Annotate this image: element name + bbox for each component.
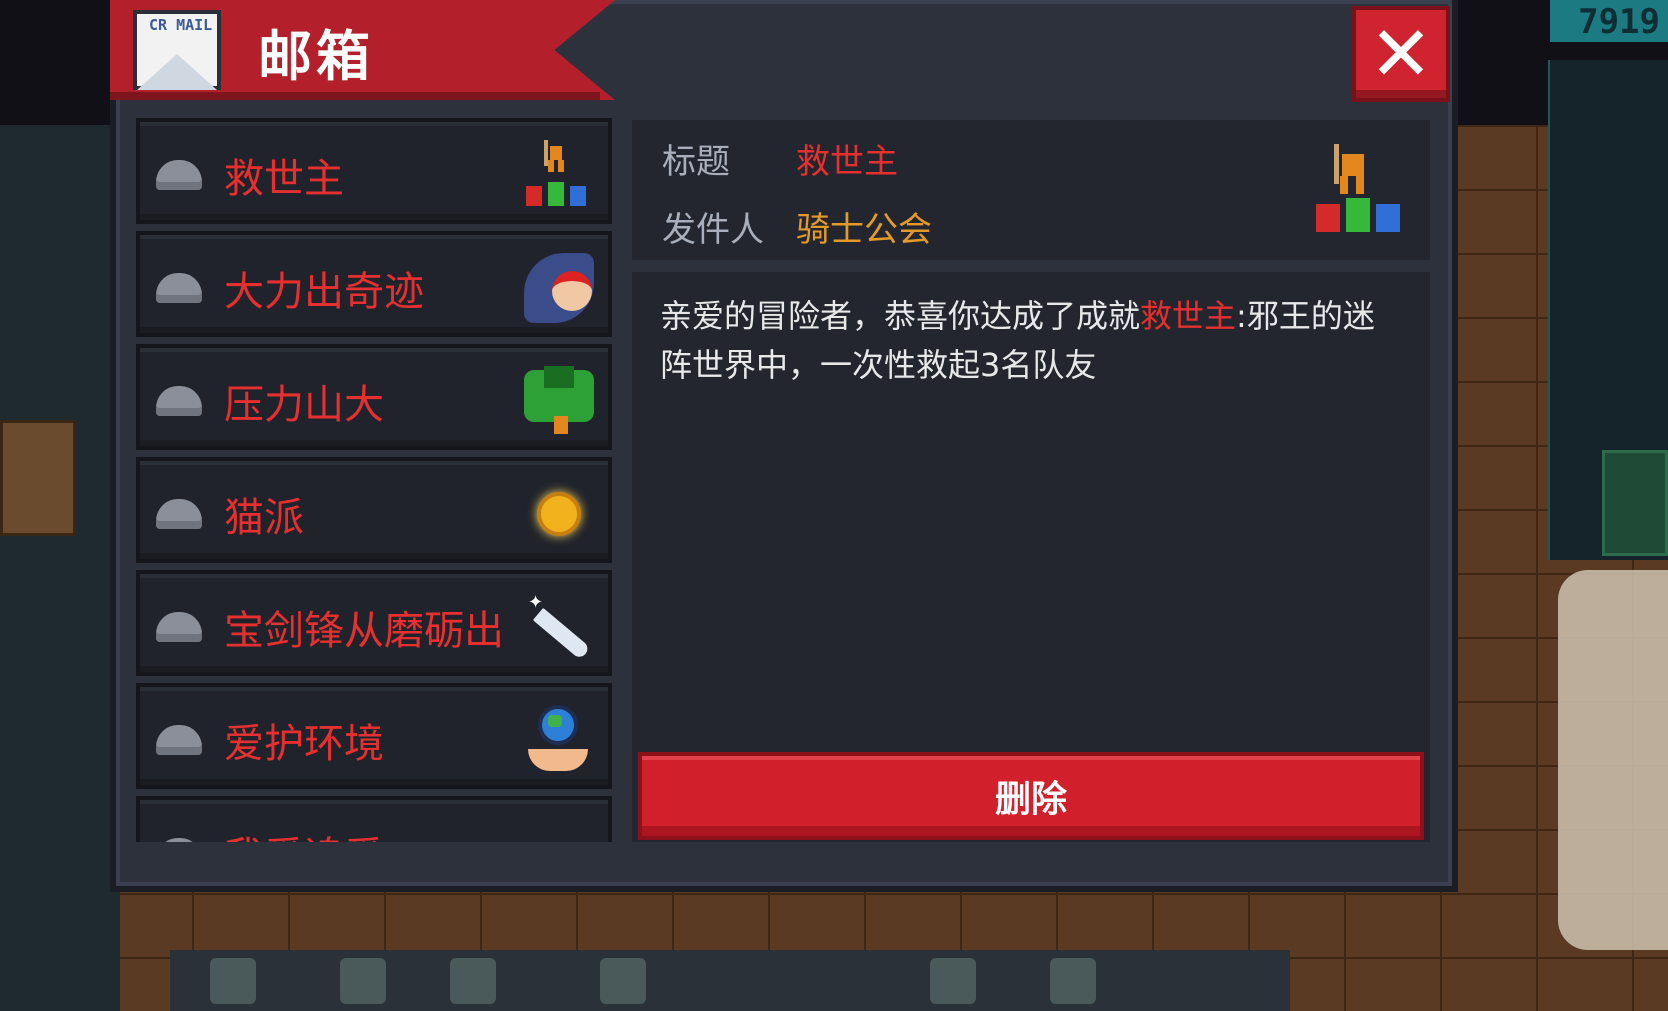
mail-item-pressure[interactable]: 压力山大 [136, 344, 612, 450]
background-npc [1558, 570, 1668, 950]
mail-item-title: 爱护环境 [224, 721, 384, 767]
body-text-highlight: 救世主 [1140, 297, 1237, 335]
mail-item-strength[interactable]: 大力出奇迹 [136, 231, 612, 337]
earth-hands-icon [524, 705, 594, 775]
savior-trophy-large-icon [1312, 140, 1408, 236]
envelope-icon [156, 386, 202, 416]
page-title: 邮箱 [258, 25, 374, 88]
background-left-wall [0, 125, 120, 1011]
body-text-prefix: 亲爱的冒险者，恭喜你达成了成就 [660, 297, 1141, 335]
sender-value: 骑士公会 [796, 210, 932, 250]
delete-button[interactable]: 删除 [638, 752, 1424, 840]
mail-item-title: 救世主 [224, 156, 344, 202]
envelope-icon [156, 612, 202, 642]
mail-icon-label: CR MAIL [149, 16, 213, 34]
mail-item-cat[interactable]: 猫派 [136, 457, 612, 563]
sword-icon: ✦ [524, 592, 594, 662]
mail-list[interactable]: 救世主 大力出奇迹 压力山大 猫派 宝剑锋从磨砺出 ✦ 爱护环境 我爱追爱 [136, 118, 612, 842]
mail-item-environment[interactable]: 爱护环境 [136, 683, 612, 789]
mail-item-title: 我爱追爱 [224, 824, 384, 842]
close-button[interactable]: ✕ [1352, 6, 1450, 102]
background-items [170, 950, 1290, 1011]
envelope-icon [156, 160, 202, 190]
pressure-boss-icon [524, 366, 594, 436]
mail-item-sword[interactable]: 宝剑锋从磨砺出 ✦ [136, 570, 612, 676]
title-value: 救世主 [796, 142, 898, 182]
savior-trophy-icon [524, 140, 594, 210]
background-green-box [1602, 450, 1668, 556]
mail-item-title: 压力山大 [224, 382, 384, 428]
envelope-icon [156, 499, 202, 529]
title-banner-shade [110, 92, 600, 100]
mail-envelope-icon: CR MAIL [133, 10, 221, 90]
sender-label: 发件人 [662, 210, 764, 250]
mail-body-text: 亲爱的冒险者，恭喜你达成了成就救世主:邪王的迷阵世界中，一次性救起3名队友 [660, 292, 1400, 390]
title-label: 标题 [662, 142, 730, 182]
mail-item-savior[interactable]: 救世主 [136, 118, 612, 224]
mail-item-title: 宝剑锋从磨砺出 [224, 608, 504, 654]
envelope-icon [156, 273, 202, 303]
mail-item-partial[interactable]: 我爱追爱 [136, 796, 612, 842]
envelope-icon [156, 725, 202, 755]
mail-item-title: 猫派 [224, 495, 304, 541]
gold-coin-icon [524, 479, 594, 549]
background-shelf [0, 420, 76, 536]
strength-character-icon [524, 253, 594, 323]
envelope-icon [156, 838, 202, 842]
mail-detail-header: 标题 救世主 发件人 骑士公会 [632, 120, 1430, 260]
background-score: 7919 [1578, 2, 1660, 42]
mail-item-title: 大力出奇迹 [224, 269, 424, 315]
